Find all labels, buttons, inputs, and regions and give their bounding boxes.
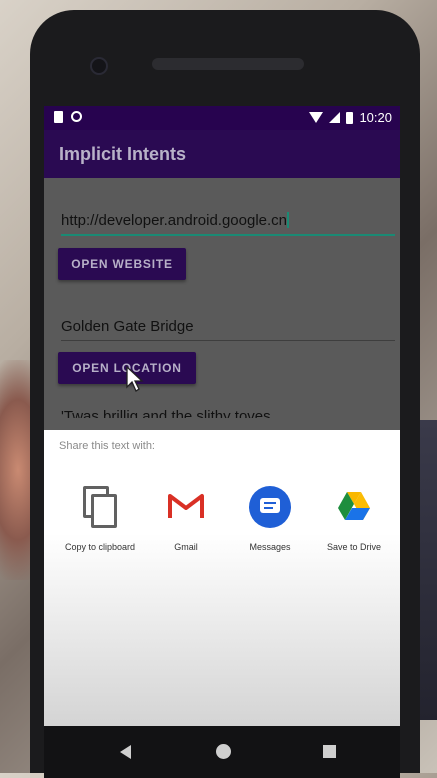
navigation-bar [44,726,400,778]
open-website-button[interactable]: OPEN WEBSITE [58,248,186,280]
wifi-icon [309,112,324,123]
website-input-underline [61,234,395,236]
share-text-input[interactable]: 'Twas brillig and the slithy toves [61,408,271,418]
sim-icon [54,111,63,123]
status-time: 10:20 [359,110,392,125]
app-bar: Implicit Intents [44,130,400,178]
signal-icon [329,112,341,123]
recents-icon[interactable] [323,745,336,758]
status-bar: 10:20 [44,106,400,130]
home-icon[interactable] [216,744,231,759]
drive-icon [333,486,375,528]
share-target-label: Messages [249,542,291,552]
front-camera [90,57,108,75]
share-sheet: Share this text with: Copy to clipboard … [44,430,400,726]
app-title: Implicit Intents [59,144,187,164]
share-target-messages[interactable]: Messages [228,486,312,552]
share-target-drive[interactable]: Save to Drive [312,486,396,552]
website-input[interactable]: http://developer.android.google.cn [61,212,395,236]
phone-screen: 10:20 Implicit Intents http://developer.… [44,106,400,726]
text-cursor [287,212,290,228]
back-icon[interactable] [120,745,131,759]
location-input-underline [61,340,395,341]
share-sheet-title: Share this text with: [59,440,155,452]
location-input[interactable]: Golden Gate Bridge [61,318,395,341]
earpiece-speaker [152,58,304,70]
share-target-label: Copy to clipboard [64,542,136,552]
share-target-copy[interactable]: Copy to clipboard [58,486,142,552]
gmail-icon [165,486,207,528]
battery-icon [346,111,354,124]
copy-icon [79,486,121,528]
messages-icon [249,486,291,528]
sync-icon [71,111,82,122]
location-input-value: Golden Gate Bridge [61,318,194,335]
phone-frame: 10:20 Implicit Intents http://developer.… [30,10,420,778]
share-target-label: Gmail [174,542,198,552]
website-input-value: http://developer.android.google.cn [61,212,288,229]
share-target-gmail[interactable]: Gmail [144,486,228,552]
share-target-label: Save to Drive [326,542,382,552]
mouse-pointer-icon [126,366,144,392]
